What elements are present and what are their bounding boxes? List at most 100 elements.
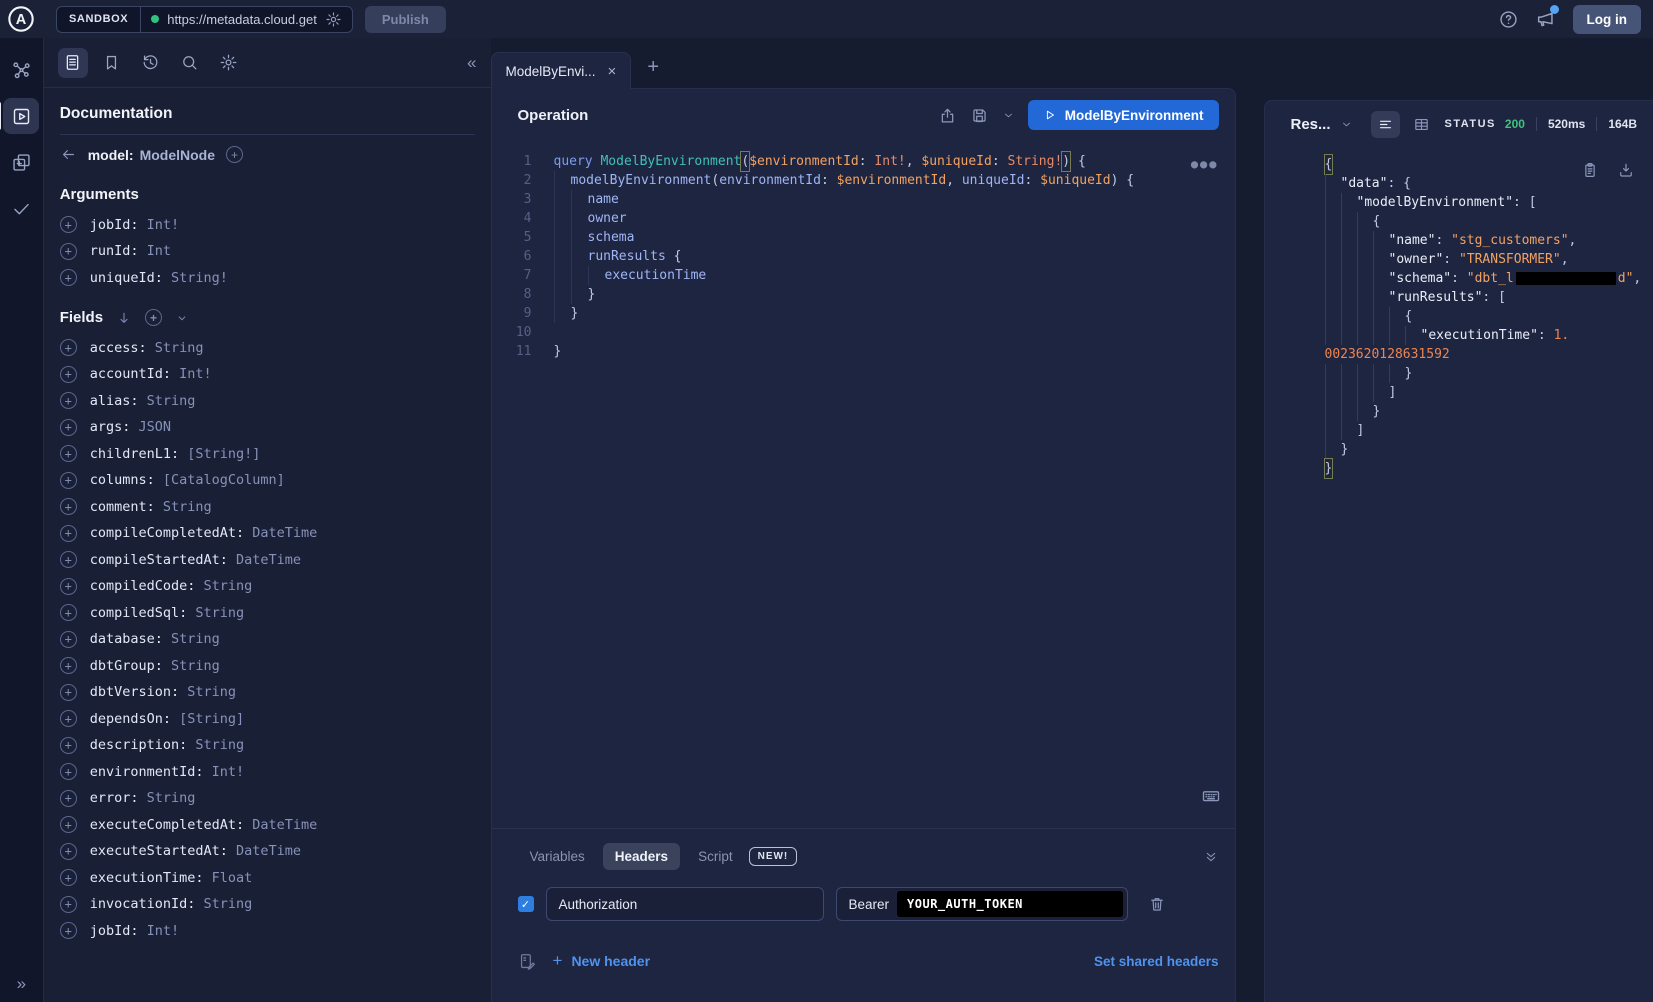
history-icon[interactable] <box>136 48 166 78</box>
header-enabled-checkbox[interactable]: ✓ <box>518 896 534 912</box>
doc-field-row[interactable]: +uniqueId: String! <box>60 269 475 286</box>
help-icon[interactable] <box>1498 9 1519 30</box>
doc-field-row[interactable]: +dependsOn: [String] <box>60 710 475 727</box>
add-field-icon[interactable]: + <box>60 922 77 939</box>
doc-field-row[interactable]: +dbtGroup: String <box>60 657 475 674</box>
rail-checklist-item[interactable] <box>3 190 39 226</box>
doc-field-row[interactable]: +compiledCode: String <box>60 578 475 595</box>
doc-field-row[interactable]: +access: String <box>60 339 475 356</box>
new-header-button[interactable]: + New header <box>553 951 651 971</box>
rail-collections-item[interactable] <box>3 144 39 180</box>
keyboard-shortcuts-icon[interactable] <box>1201 786 1221 806</box>
header-value-input[interactable]: Bearer YOUR_AUTH_TOKEN <box>836 887 1128 921</box>
doc-field-row[interactable]: +invocationId: String <box>60 896 475 913</box>
apollo-logo-icon[interactable]: A <box>6 4 36 34</box>
doc-field-row[interactable]: +executeCompletedAt: DateTime <box>60 816 475 833</box>
doc-field-row[interactable]: +compileStartedAt: DateTime <box>60 551 475 568</box>
response-caret-icon[interactable] <box>1340 118 1353 131</box>
query-editor[interactable]: ●●● 1query ModelByEnvironment($environme… <box>492 141 1235 828</box>
collapse-panel-icon[interactable]: « <box>467 53 476 73</box>
header-key-input[interactable]: Authorization <box>546 887 824 921</box>
bookmark-icon[interactable] <box>97 48 127 78</box>
doc-field-row[interactable]: +jobId: Int! <box>60 216 475 233</box>
doc-field-row[interactable]: +database: String <box>60 631 475 648</box>
new-tab-button[interactable]: + <box>647 56 659 79</box>
table-view-icon[interactable] <box>1407 111 1436 138</box>
doc-field-row[interactable]: +accountId: Int! <box>60 366 475 383</box>
run-operation-button[interactable]: ModelByEnvironment <box>1028 100 1219 130</box>
download-response-icon[interactable] <box>1617 161 1635 179</box>
doc-field-row[interactable]: +environmentId: Int! <box>60 763 475 780</box>
announcements-icon[interactable] <box>1535 8 1557 30</box>
add-field-icon[interactable]: + <box>60 243 77 260</box>
auth-token-value[interactable]: YOUR_AUTH_TOKEN <box>897 891 1122 917</box>
documentation-tab-icon[interactable] <box>58 48 88 78</box>
add-field-icon[interactable]: + <box>60 684 77 701</box>
doc-field-row[interactable]: +childrenL1: [String!] <box>60 445 475 462</box>
add-field-icon[interactable]: + <box>60 631 77 648</box>
breadcrumb-type[interactable]: ModelNode <box>140 147 215 163</box>
add-field-icon[interactable]: + <box>60 578 77 595</box>
doc-field-row[interactable]: +alias: String <box>60 392 475 409</box>
settings-tab-variables[interactable]: Variables <box>518 843 597 870</box>
environment-edit-icon[interactable] <box>518 952 537 971</box>
add-field-icon[interactable]: + <box>60 763 77 780</box>
editor-overflow-icon[interactable]: ●●● <box>1191 157 1219 171</box>
add-field-icon[interactable]: + <box>60 790 77 807</box>
doc-field-row[interactable]: +comment: String <box>60 498 475 515</box>
add-field-icon[interactable]: + <box>60 896 77 913</box>
endpoint-settings-icon[interactable] <box>325 11 342 28</box>
set-shared-headers-link[interactable]: Set shared headers <box>1094 954 1219 969</box>
add-field-icon[interactable]: + <box>60 843 77 860</box>
add-field-icon[interactable]: + <box>60 737 77 754</box>
rail-schema-item[interactable] <box>3 52 39 88</box>
add-field-icon[interactable]: + <box>60 498 77 515</box>
doc-field-row[interactable]: +args: JSON <box>60 419 475 436</box>
add-field-icon[interactable]: + <box>60 816 77 833</box>
add-field-icon[interactable]: + <box>60 216 77 233</box>
settings-tab-headers[interactable]: Headers <box>603 843 680 870</box>
endpoint-url-input[interactable]: https://metadata.cloud.get <box>141 11 352 28</box>
save-caret-icon[interactable] <box>1002 109 1015 122</box>
operation-tab[interactable]: ModelByEnvi... × <box>491 52 632 89</box>
add-field-icon[interactable]: + <box>60 269 77 286</box>
expand-rail-icon[interactable]: » <box>17 974 26 994</box>
search-icon[interactable] <box>175 48 205 78</box>
add-field-icon[interactable]: + <box>60 419 77 436</box>
publish-button[interactable]: Publish <box>365 6 446 33</box>
save-icon[interactable] <box>970 106 989 125</box>
add-field-icon[interactable]: + <box>60 710 77 727</box>
delete-header-icon[interactable] <box>1148 895 1166 913</box>
add-field-icon[interactable]: + <box>60 472 77 489</box>
doc-field-row[interactable]: +compileCompletedAt: DateTime <box>60 525 475 542</box>
doc-field-row[interactable]: +executionTime: Float <box>60 869 475 886</box>
add-field-icon[interactable]: + <box>60 366 77 383</box>
doc-field-row[interactable]: +compiledSql: String <box>60 604 475 621</box>
sort-fields-icon[interactable] <box>116 310 132 326</box>
add-type-icon[interactable]: + <box>226 146 243 163</box>
doc-field-row[interactable]: +columns: [CatalogColumn] <box>60 472 475 489</box>
add-field-icon[interactable]: + <box>60 525 77 542</box>
login-button[interactable]: Log in <box>1573 5 1642 34</box>
close-tab-icon[interactable]: × <box>608 63 617 80</box>
rail-explorer-item[interactable] <box>3 98 39 134</box>
add-field-icon[interactable]: + <box>60 339 77 356</box>
formatted-view-icon[interactable] <box>1371 111 1400 138</box>
doc-field-row[interactable]: +error: String <box>60 790 475 807</box>
add-field-icon[interactable]: + <box>60 657 77 674</box>
copy-response-icon[interactable] <box>1581 161 1599 179</box>
add-field-icon[interactable]: + <box>60 551 77 568</box>
collapse-settings-icon[interactable] <box>1203 849 1219 865</box>
doc-field-row[interactable]: +jobId: Int! <box>60 922 475 939</box>
add-field-icon[interactable]: + <box>60 392 77 409</box>
add-field-icon[interactable]: + <box>60 869 77 886</box>
doc-field-row[interactable]: +executeStartedAt: DateTime <box>60 843 475 860</box>
add-field-icon[interactable]: + <box>60 604 77 621</box>
fields-chevron-icon[interactable] <box>175 311 189 325</box>
add-field-icon[interactable]: + <box>60 445 77 462</box>
doc-field-row[interactable]: +dbtVersion: String <box>60 684 475 701</box>
doc-field-row[interactable]: +runId: Int <box>60 243 475 260</box>
doc-field-row[interactable]: +description: String <box>60 737 475 754</box>
share-icon[interactable] <box>938 106 957 125</box>
settings-gear-icon[interactable] <box>214 48 244 78</box>
